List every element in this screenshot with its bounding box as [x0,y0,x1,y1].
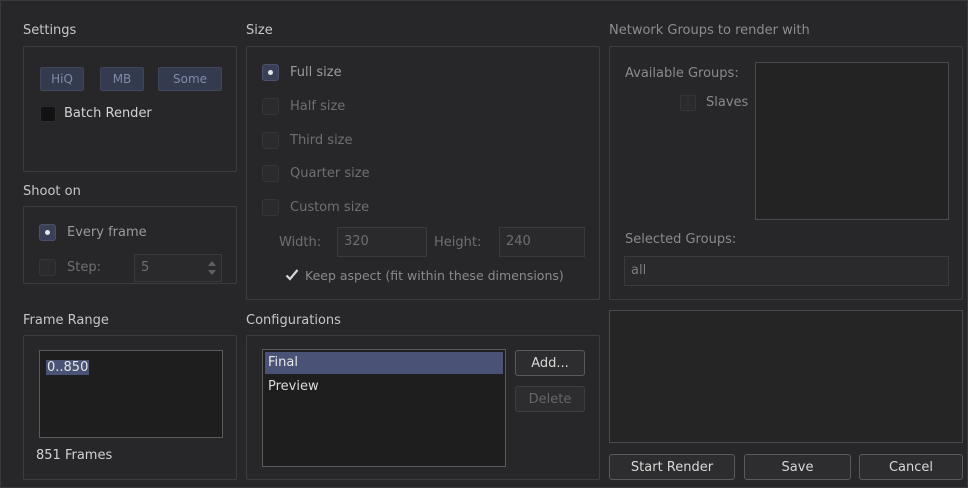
save-button[interactable]: Save [744,454,851,480]
render-settings-dialog: Settings HiQ MB Some Batch Render Shoot … [0,0,968,488]
keep-aspect-label: Keep aspect (fit within these dimensions… [305,268,564,283]
slaves-label: Slaves [706,95,749,110]
frame-range-group: 0..850 851 Frames [23,335,237,480]
config-item-final[interactable]: Final [265,352,503,374]
size-group: Full size Half size Third size Quarter s… [246,46,600,300]
full-size-radio[interactable] [262,64,279,81]
step-spinbox[interactable]: 5 [134,254,222,282]
width-label: Width: [279,235,322,250]
some-toggle[interactable]: Some [158,67,222,91]
half-size-radio[interactable] [262,98,279,115]
quarter-size-radio[interactable] [262,165,279,182]
width-input[interactable]: 320 [337,227,427,257]
step-radio[interactable] [39,259,56,276]
batch-render-label: Batch Render [64,106,152,121]
configurations-group: Final Preview Add... Delete [246,335,600,480]
step-label: Step: [67,260,101,275]
spinner-arrows-icon[interactable] [208,260,216,276]
shoot-on-group: Every frame Step: 5 [23,206,237,284]
step-value: 5 [141,260,150,275]
third-size-label: Third size [290,133,353,148]
half-size-label: Half size [290,99,346,114]
hiq-toggle[interactable]: HiQ [40,67,84,91]
quarter-size-label: Quarter size [290,166,370,181]
width-value: 320 [344,234,369,249]
full-size-label: Full size [290,65,342,80]
selected-groups-field[interactable]: all [624,256,949,286]
custom-size-label: Custom size [290,200,370,215]
available-groups-label: Available Groups: [625,66,739,81]
frame-range-value: 0..850 [46,360,90,375]
settings-group: HiQ MB Some Batch Render [23,46,237,172]
every-frame-label: Every frame [67,225,147,240]
configurations-list[interactable]: Final Preview [262,349,506,467]
network-groups-title: Network Groups to render with [609,23,810,38]
custom-size-radio[interactable] [262,199,279,216]
network-groups-group: Available Groups: Slaves Selected Groups… [609,46,963,300]
config-item-preview[interactable]: Preview [265,376,503,398]
frames-count: 851 Frames [36,448,113,463]
render-log-area[interactable] [609,310,963,443]
start-render-button[interactable]: Start Render [609,454,735,480]
selected-groups-label: Selected Groups: [625,232,737,247]
every-frame-radio[interactable] [39,224,56,241]
keep-aspect-checkmark-icon[interactable] [285,268,299,282]
available-groups-list[interactable] [755,62,949,220]
height-label: Height: [434,235,482,250]
batch-render-checkbox[interactable] [40,106,56,122]
settings-title: Settings [23,23,77,38]
shoot-on-title: Shoot on [23,184,81,199]
frame-range-text-area[interactable]: 0..850 [39,350,223,438]
height-input[interactable]: 240 [499,227,585,257]
configurations-title: Configurations [246,313,341,328]
cancel-button[interactable]: Cancel [859,454,963,480]
delete-config-button[interactable]: Delete [515,386,585,412]
third-size-radio[interactable] [262,132,279,149]
height-value: 240 [506,234,531,249]
size-title: Size [246,23,273,38]
frame-range-title: Frame Range [23,313,109,328]
add-config-button[interactable]: Add... [515,350,585,376]
mb-toggle[interactable]: MB [100,67,144,91]
slaves-checkbox[interactable] [680,95,696,111]
selected-groups-value: all [631,263,647,278]
